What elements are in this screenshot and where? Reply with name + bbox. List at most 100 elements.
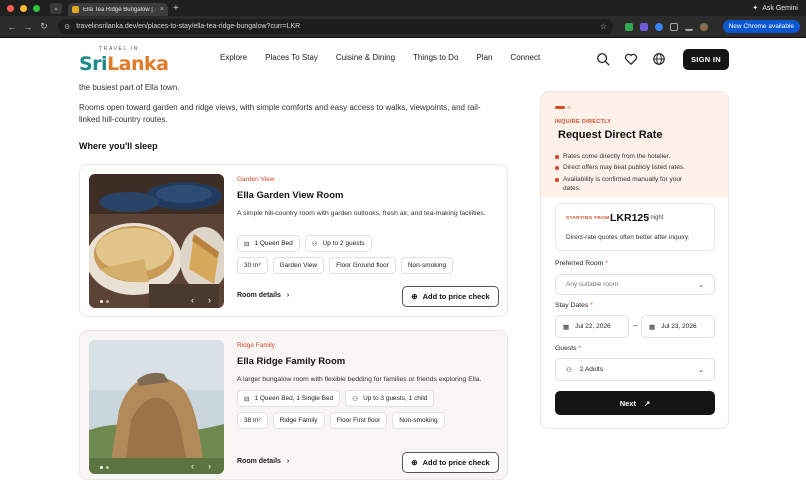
extension-icon[interactable]: [640, 22, 648, 31]
plus-circle-icon: ⊕: [411, 458, 418, 467]
globe-icon[interactable]: [652, 52, 666, 66]
gemini-icon: ✦: [752, 5, 759, 12]
nav-plan[interactable]: Plan: [476, 53, 492, 62]
new-tab-icon[interactable]: +: [173, 3, 179, 14]
chevron-left-icon[interactable]: ‹: [191, 461, 194, 471]
feature-chip: 30 m²: [237, 257, 268, 274]
profile-avatar[interactable]: [700, 22, 708, 31]
bookmark-star-icon[interactable]: ☆: [600, 22, 607, 31]
guests-icon: ⚇: [566, 366, 572, 374]
extension-icon[interactable]: [625, 22, 633, 31]
ask-gemini-button[interactable]: ✦ Ask Gemini: [752, 4, 798, 13]
chrome-update-button[interactable]: New Chrome available: [722, 20, 800, 33]
extensions-puzzle-icon[interactable]: [670, 22, 678, 31]
minimize-window-button[interactable]: [20, 4, 27, 12]
room-title: Ella Garden View Room: [237, 190, 344, 201]
room-image[interactable]: ‹ ›: [89, 340, 224, 474]
heart-icon[interactable]: [624, 52, 638, 66]
preferred-room-select[interactable]: Any suitable room ⌄: [555, 274, 715, 295]
address-bar-row: ← → ↻ ⚙ travelinsrilanka.dev/en/places-t…: [0, 16, 806, 38]
download-icon[interactable]: [685, 23, 693, 31]
room-feature-chips: 38 m² Ridge Family Floor First floor Non…: [237, 412, 445, 429]
add-to-price-check-button[interactable]: ⊕ Add to price check: [402, 452, 499, 473]
feature-chip: Non-smoking: [392, 412, 445, 429]
bed-text: 1 Queen Bed: [254, 240, 293, 247]
logo-wordmark: SriLanka: [79, 53, 169, 75]
tab-title: Ella Tea Ridge Bungalow | Tea: [83, 6, 156, 13]
next-button[interactable]: Next ↗: [555, 391, 715, 415]
room-card: ‹ › Ridge Family Ella Ridge Family Room …: [79, 330, 508, 480]
panel-header: INQUIRE DIRECTLY Request Direct Rate Rat…: [541, 92, 728, 197]
guests-select[interactable]: ⚇ 2 Adults ⌄: [555, 358, 715, 381]
check-out-date-input[interactable]: ▦ Jul 23, 2026: [641, 315, 715, 338]
feature-chip: Garden View: [272, 257, 325, 274]
bed-text: 1 Queen Bed, 1 Single Bed: [254, 395, 334, 402]
guests-text: Up to 3 guests, 1 child: [363, 395, 428, 402]
room-tag: Garden View: [237, 176, 275, 183]
guests-text: Up to 2 guests: [322, 240, 365, 247]
site-header: TRAVEL IN SriLanka Explore Places To Sta…: [0, 38, 806, 82]
room-meta-chips: ⊟ 1 Queen Bed ⚇ Up to 2 guests: [237, 235, 372, 252]
room-image[interactable]: ‹ ›: [89, 174, 224, 308]
panel-bullet: Rates come directly from the hotelier.: [555, 152, 720, 162]
nav-explore[interactable]: Explore: [220, 53, 247, 62]
url-input[interactable]: ⚙ travelinsrilanka.dev/en/places-to-stay…: [58, 19, 613, 34]
intro-text: the busiest part of Ella town.: [79, 83, 180, 92]
back-icon[interactable]: ←: [4, 22, 20, 32]
nav-places-to-stay[interactable]: Places To Stay: [265, 53, 318, 62]
close-tab-icon[interactable]: ×: [160, 6, 164, 13]
feature-chip: Floor Ground floor: [329, 257, 396, 274]
guests-icon: ⚇: [352, 395, 359, 403]
browser-tab-bar: ⌄ Ella Tea Ridge Bungalow | Tea × + ✦ As…: [0, 0, 806, 16]
preferred-room-value: Any suitable room: [566, 281, 619, 288]
reload-icon[interactable]: ↻: [36, 21, 52, 32]
feature-chip: Non-smoking: [400, 257, 454, 274]
window-controls: [7, 4, 40, 12]
url-text: travelinsrilanka.dev/en/places-to-stay/e…: [76, 23, 301, 30]
site-logo[interactable]: TRAVEL IN SriLanka: [79, 46, 169, 76]
panel-eyebrow: INQUIRE DIRECTLY: [555, 119, 612, 125]
chevron-right-icon: ›: [286, 292, 290, 299]
check-in-date-value: Jul 22, 2026: [575, 323, 611, 330]
chevron-right-icon[interactable]: ›: [208, 295, 211, 305]
search-icon[interactable]: [596, 52, 610, 66]
bed-icon: ⊟: [244, 395, 250, 403]
room-card: ‹ › Garden View Ella Garden View Room A …: [79, 164, 508, 317]
room-photo-rock: [89, 340, 224, 474]
arrow-up-right-icon: ↗: [643, 398, 651, 408]
add-to-price-check-button[interactable]: ⊕ Add to price check: [402, 286, 499, 307]
maximize-window-button[interactable]: [33, 4, 40, 12]
stay-dates-label: Stay Dates *: [555, 302, 593, 309]
header-icons: [596, 52, 666, 66]
per-night-label: / night: [647, 215, 664, 221]
tab-search-icon[interactable]: ⌄: [50, 2, 62, 14]
site-info-icon[interactable]: ⚙: [64, 23, 70, 31]
calendar-icon: ▦: [649, 323, 656, 331]
forward-icon[interactable]: →: [20, 22, 36, 32]
room-title: Ella Ridge Family Room: [237, 356, 346, 367]
feature-chip: 38 m²: [237, 412, 268, 429]
close-window-button[interactable]: [7, 4, 14, 12]
nav-connect[interactable]: Connect: [510, 53, 540, 62]
room-details-link[interactable]: Room details ›: [237, 458, 289, 465]
direct-rate-panel: INQUIRE DIRECTLY Request Direct Rate Rat…: [540, 91, 729, 429]
bed-icon: ⊟: [244, 240, 250, 248]
nav-cuisine-dining[interactable]: Cuisine & Dining: [336, 53, 395, 62]
extension-icon[interactable]: [655, 22, 663, 31]
chevron-right-icon[interactable]: ›: [208, 461, 211, 471]
starting-price: LKR125: [610, 212, 650, 224]
bed-chip: ⊟ 1 Queen Bed, 1 Single Bed: [237, 390, 341, 407]
check-in-date-input[interactable]: ▦ Jul 22, 2026: [555, 315, 629, 338]
starting-from-label: STARTING FROM: [566, 216, 610, 221]
calendar-icon: ▦: [563, 323, 570, 331]
guests-chip: ⚇ Up to 3 guests, 1 child: [345, 390, 435, 407]
chevron-left-icon[interactable]: ‹: [191, 295, 194, 305]
price-box: STARTING FROM LKR125 / night Direct-rate…: [555, 203, 715, 251]
sign-in-button[interactable]: SIGN IN: [683, 49, 729, 70]
bed-chip: ⊟ 1 Queen Bed: [237, 235, 300, 252]
browser-tab[interactable]: Ella Tea Ridge Bungalow | Tea ×: [68, 3, 168, 16]
image-carousel-dots: [100, 466, 109, 469]
nav-things-to-do[interactable]: Things to Do: [413, 53, 458, 62]
extensions-area: [625, 22, 708, 31]
room-details-link[interactable]: Room details ›: [237, 292, 289, 299]
